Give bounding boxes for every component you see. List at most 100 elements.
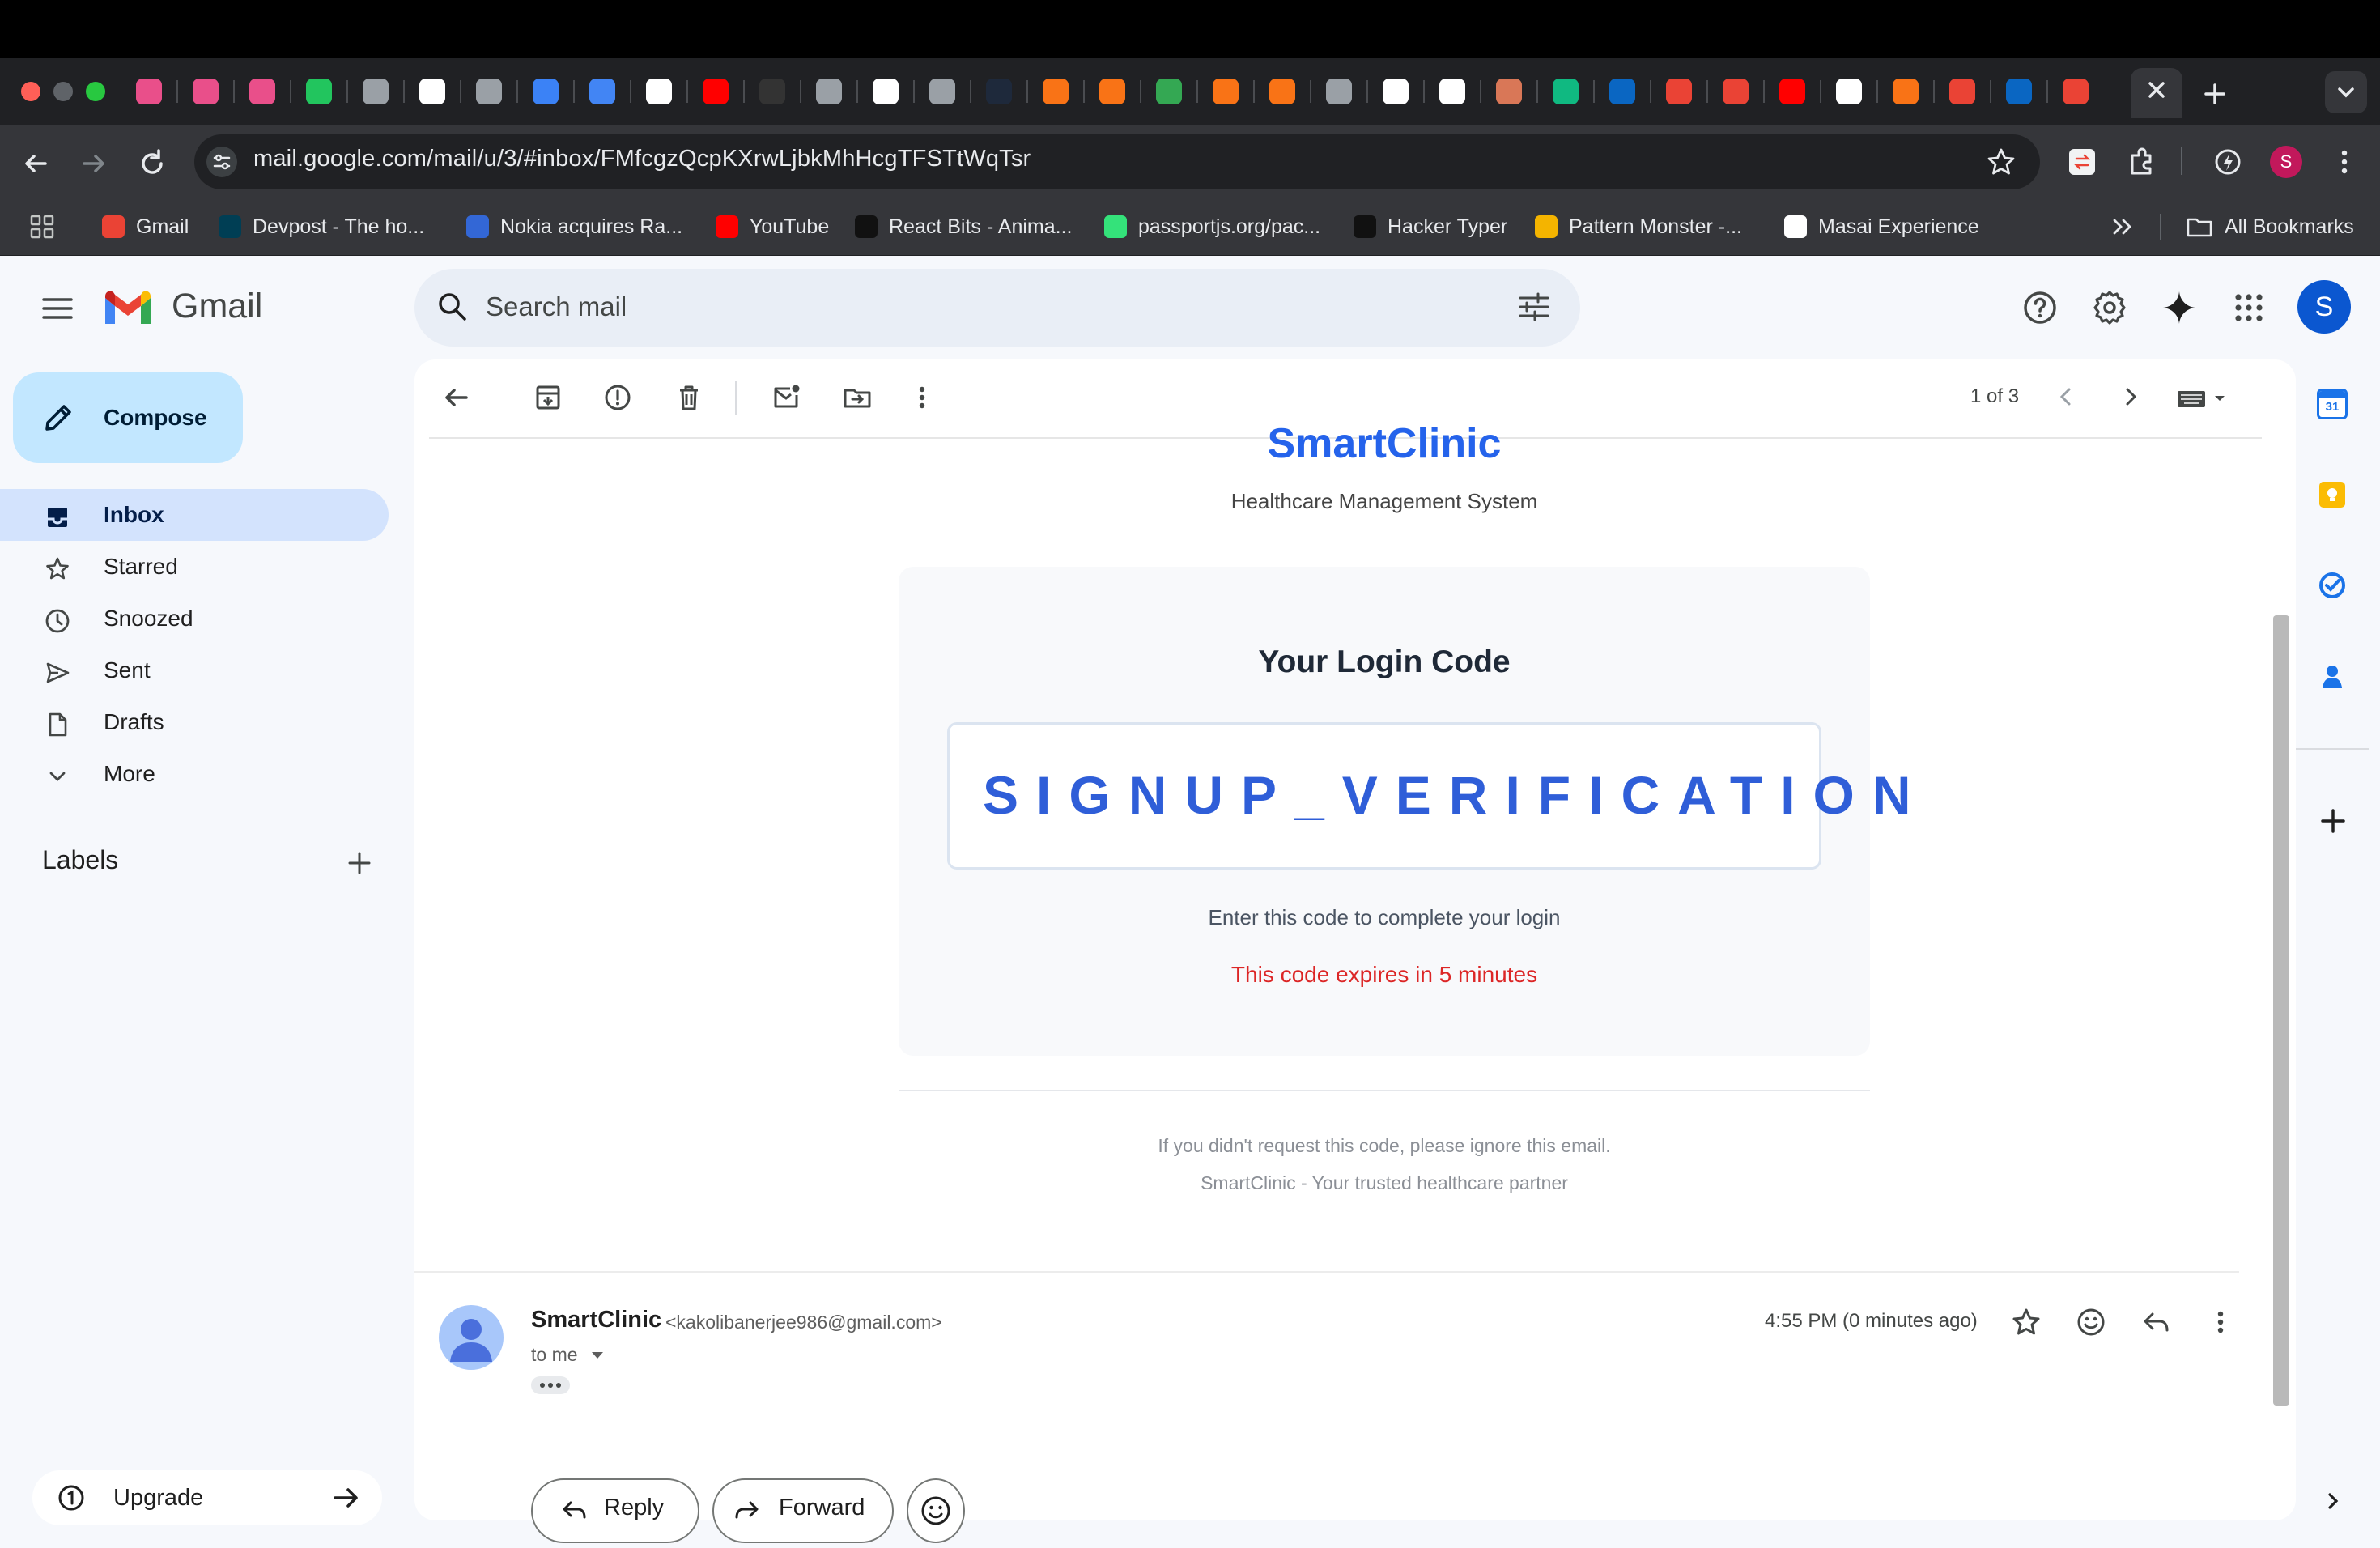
tab-favicon-icon[interactable]: [363, 79, 389, 104]
bookmark-item[interactable]: Nokia acquires Ra...: [466, 211, 682, 243]
url-text[interactable]: mail.google.com/mail/u/3/#inbox/FMfcgzQc…: [253, 146, 1031, 172]
older-message-icon[interactable]: [2116, 382, 2145, 411]
tab-favicon-icon[interactable]: [1609, 79, 1635, 104]
tab-favicon-icon[interactable]: [533, 79, 559, 104]
settings-gear-icon[interactable]: [2090, 288, 2129, 327]
tab-favicon-icon[interactable]: [136, 79, 162, 104]
gemini-sparkle-icon[interactable]: [2160, 288, 2199, 327]
maximize-window-button[interactable]: [86, 82, 105, 101]
search-input[interactable]: Search mail: [486, 291, 627, 322]
tab-favicon-icon[interactable]: [1269, 79, 1295, 104]
tab-favicon-icon[interactable]: [929, 79, 955, 104]
tab-favicon-icon[interactable]: [816, 79, 842, 104]
reply-icon[interactable]: [2139, 1305, 2173, 1339]
report-spam-icon[interactable]: [601, 381, 635, 415]
tab-favicon-icon[interactable]: [1156, 79, 1182, 104]
more-bookmarks-icon[interactable]: [2108, 214, 2137, 240]
tab-favicon-icon[interactable]: [1439, 79, 1465, 104]
emoji-reaction-icon[interactable]: [2074, 1305, 2108, 1339]
close-window-button[interactable]: [21, 82, 40, 101]
forward-icon[interactable]: [76, 146, 112, 181]
nav-item-inbox[interactable]: Inbox: [0, 489, 389, 541]
tab-favicon-icon[interactable]: [873, 79, 899, 104]
tab-favicon-icon[interactable]: [1836, 79, 1862, 104]
active-tab[interactable]: [2131, 68, 2182, 118]
bookmark-item[interactable]: Pattern Monster -...: [1535, 211, 1742, 243]
tasks-icon[interactable]: [2317, 570, 2348, 601]
back-icon[interactable]: [18, 146, 53, 181]
archive-icon[interactable]: [531, 381, 565, 415]
message-scrollbar[interactable]: [2273, 615, 2289, 1406]
message-more-icon[interactable]: [2208, 1305, 2233, 1339]
tab-favicon-icon[interactable]: [476, 79, 502, 104]
bookmark-item[interactable]: Hacker Typer: [1354, 211, 1507, 243]
tab-favicon-icon[interactable]: [193, 79, 219, 104]
nav-item-starred[interactable]: Starred: [0, 541, 389, 593]
all-bookmarks-button[interactable]: All Bookmarks: [2186, 211, 2354, 243]
main-menu-icon[interactable]: [39, 290, 76, 327]
show-details-icon[interactable]: [588, 1346, 607, 1365]
tab-favicon-icon[interactable]: [1666, 79, 1692, 104]
bookmark-item[interactable]: Devpost - The ho...: [219, 211, 424, 243]
nav-item-snoozed[interactable]: Snoozed: [0, 593, 389, 644]
minimize-window-button[interactable]: [53, 82, 73, 101]
tab-favicon-icon[interactable]: [1893, 79, 1919, 104]
move-to-icon[interactable]: [840, 381, 874, 415]
tab-favicon-icon[interactable]: [1213, 79, 1239, 104]
sender-avatar[interactable]: [439, 1305, 504, 1370]
tab-favicon-icon[interactable]: [419, 79, 445, 104]
tab-favicon-icon[interactable]: [1326, 79, 1352, 104]
tab-favicon-icon[interactable]: [1779, 79, 1805, 104]
bookmark-star-icon[interactable]: [1985, 146, 2017, 178]
reload-icon[interactable]: [134, 146, 170, 181]
tab-favicon-icon[interactable]: [1043, 79, 1069, 104]
tab-favicon-icon[interactable]: [646, 79, 672, 104]
more-actions-icon[interactable]: [910, 381, 934, 415]
tab-favicon-icon[interactable]: [1949, 79, 1975, 104]
tab-favicon-icon[interactable]: [1383, 79, 1409, 104]
tab-favicon-icon[interactable]: [1553, 79, 1579, 104]
tab-favicon-icon[interactable]: [759, 79, 785, 104]
show-trimmed-content-button[interactable]: [531, 1376, 570, 1394]
apps-grid-icon[interactable]: [28, 212, 57, 241]
tab-favicon-icon[interactable]: [589, 79, 615, 104]
bookmark-item[interactable]: passportjs.org/pac...: [1104, 211, 1320, 243]
bookmark-item[interactable]: Gmail: [102, 211, 189, 243]
performance-icon[interactable]: [2212, 146, 2244, 178]
add-label-icon[interactable]: [343, 847, 376, 879]
nav-item-more[interactable]: More: [0, 748, 389, 800]
input-tools-icon[interactable]: [2174, 384, 2233, 413]
back-to-inbox-icon[interactable]: [439, 381, 473, 415]
react-button[interactable]: [907, 1478, 965, 1543]
tab-favicon-icon[interactable]: [703, 79, 729, 104]
mark-unread-icon[interactable]: [769, 381, 803, 415]
tab-favicon-icon[interactable]: [1099, 79, 1125, 104]
nav-item-sent[interactable]: Sent: [0, 644, 389, 696]
site-info-icon[interactable]: [206, 146, 238, 178]
nav-item-drafts[interactable]: Drafts: [0, 696, 389, 748]
tab-favicon-icon[interactable]: [249, 79, 275, 104]
tab-favicon-icon[interactable]: [1723, 79, 1749, 104]
keep-icon[interactable]: [2317, 479, 2348, 510]
tab-favicon-icon[interactable]: [1496, 79, 1522, 104]
contacts-icon[interactable]: [2317, 661, 2348, 691]
newer-message-icon[interactable]: [2051, 382, 2080, 411]
calendar-icon[interactable]: 31: [2317, 389, 2348, 419]
star-message-icon[interactable]: [2009, 1305, 2043, 1339]
extension-sync-icon[interactable]: [2069, 149, 2095, 175]
tab-favicon-icon[interactable]: [2006, 79, 2032, 104]
close-tab-icon[interactable]: [2131, 68, 2182, 118]
profile-avatar[interactable]: S: [2270, 146, 2302, 178]
bookmark-item[interactable]: YouTube: [716, 211, 829, 243]
browser-menu-icon[interactable]: [2331, 146, 2357, 178]
bookmark-item[interactable]: Masai Experience: [1784, 211, 1979, 243]
extensions-puzzle-icon[interactable]: [2124, 144, 2160, 180]
account-avatar[interactable]: S: [2297, 280, 2351, 334]
new-tab-icon[interactable]: [2199, 78, 2231, 110]
search-options-icon[interactable]: [1515, 288, 1553, 325]
sender-name[interactable]: SmartClinic: [531, 1307, 661, 1333]
help-icon[interactable]: [2021, 288, 2059, 327]
delete-icon[interactable]: [672, 381, 706, 415]
get-addons-icon[interactable]: [2317, 805, 2349, 837]
gmail-logo-icon[interactable]: [102, 288, 154, 329]
